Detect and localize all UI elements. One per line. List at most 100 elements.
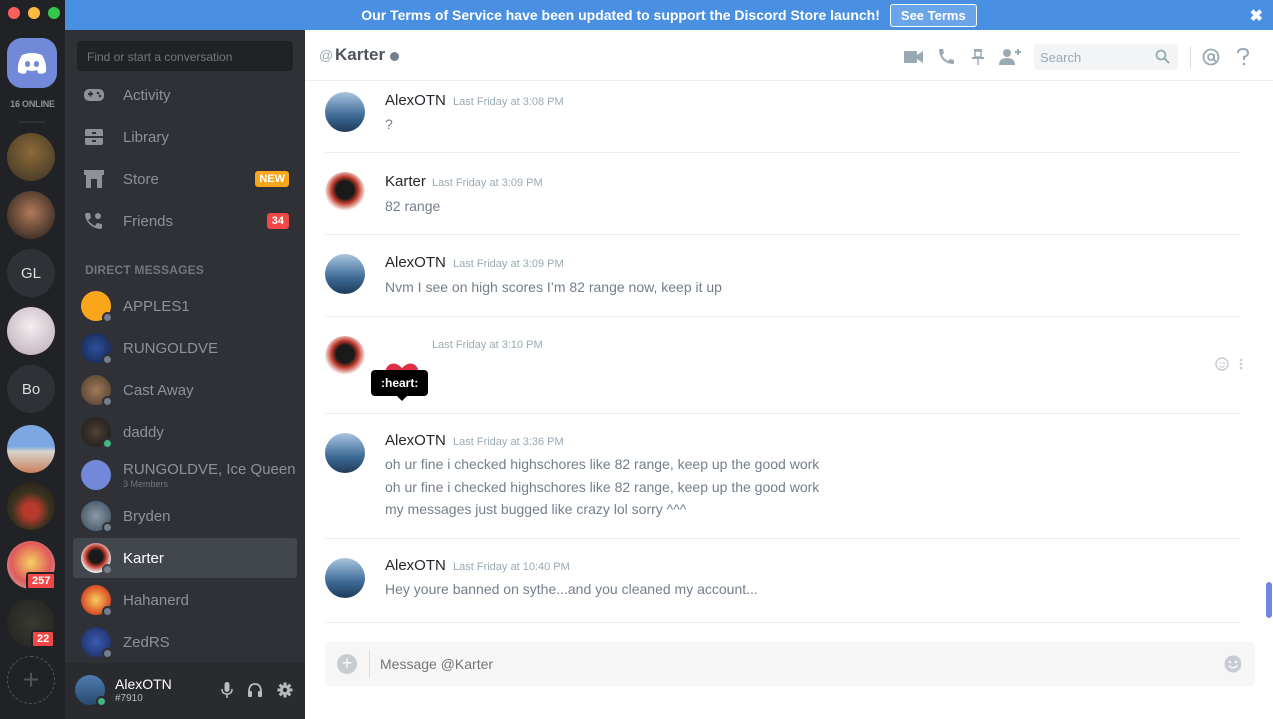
pin-icon[interactable] — [966, 45, 990, 69]
server-icon[interactable] — [7, 133, 55, 181]
dm-name: APPLES1 — [123, 297, 190, 315]
avatar — [81, 375, 113, 407]
scrollbar-thumb[interactable] — [1266, 582, 1272, 618]
dm-item-rungoldve[interactable]: RUNGOLDVE — [73, 328, 297, 368]
avatar[interactable] — [325, 336, 365, 376]
dm-group-text: RUNGOLDVE, Ice Queen 3 Members — [123, 461, 296, 489]
chat-area: @ Karter Search AlexOTN Last Friday at 3… — [305, 30, 1273, 719]
dm-item-hahanerd[interactable]: Hahanerd — [73, 580, 297, 620]
message-group: Karter Last Friday at 3:09 PM 82 range — [325, 154, 1240, 235]
emoji-picker-icon[interactable] — [1223, 654, 1243, 674]
help-icon[interactable] — [1231, 45, 1255, 69]
status-indicator — [102, 438, 113, 449]
message-group: AlexOTN Last Friday at 10:40 PM Hey your… — [325, 540, 1240, 623]
avatar[interactable] — [325, 433, 365, 473]
status-indicator — [102, 522, 113, 533]
server-icon[interactable]: GL — [7, 249, 55, 297]
user-controls — [221, 682, 293, 698]
message-author[interactable]: AlexOTN — [385, 557, 446, 574]
dm-name: Karter — [123, 549, 164, 567]
status-indicator — [102, 648, 113, 659]
server-icon[interactable] — [7, 482, 55, 530]
tos-banner: Our Terms of Service have been updated t… — [65, 0, 1273, 30]
dm-item-bryden[interactable]: Bryden — [73, 496, 297, 536]
nav-store[interactable]: Store NEW — [73, 160, 297, 198]
message-timestamp: Last Friday at 3:36 PM — [453, 436, 564, 448]
message-timestamp: Last Friday at 3:09 PM — [432, 177, 543, 189]
avatar[interactable] — [325, 558, 365, 598]
dm-item-cast-away[interactable]: Cast Away — [73, 370, 297, 410]
nav-activity[interactable]: Activity — [73, 76, 297, 114]
nav-label: Activity — [123, 86, 171, 104]
headphones-icon[interactable] — [247, 682, 263, 698]
message-group: AlexOTN Last Friday at 3:09 PM Nvm I see… — [325, 236, 1240, 317]
message-author[interactable]: AlexOTN — [385, 254, 446, 271]
server-list: 16 ONLINE GL Bo 257 22 + — [0, 0, 65, 719]
user-avatar[interactable] — [75, 675, 107, 707]
direct-messages-header: DIRECT MESSAGES — [85, 263, 205, 277]
add-server-button[interactable]: + — [7, 656, 55, 704]
dm-item-zedrs[interactable]: ZedRS — [73, 622, 297, 662]
search-placeholder: Search — [1040, 50, 1082, 65]
group-icon — [81, 460, 111, 490]
message-actions — [1215, 356, 1243, 372]
status-indicator — [390, 52, 399, 61]
avatar[interactable] — [325, 254, 365, 294]
banner-text: Our Terms of Service have been updated t… — [361, 7, 880, 23]
gear-icon[interactable] — [277, 682, 293, 698]
nav-library[interactable]: Library — [73, 118, 297, 156]
server-icon[interactable] — [7, 191, 55, 239]
find-conversation-input[interactable]: Find or start a conversation — [77, 41, 293, 71]
microphone-icon[interactable] — [221, 682, 233, 698]
dm-item-group[interactable]: RUNGOLDVE, Ice Queen 3 Members — [73, 454, 297, 496]
server-icon[interactable] — [7, 425, 55, 473]
dm-item-apples1[interactable]: APPLES1 — [73, 286, 297, 326]
avatar[interactable] — [325, 172, 365, 212]
dm-name: RUNGOLDVE, Ice Queen — [123, 461, 296, 478]
server-icon[interactable]: Bo — [7, 365, 55, 413]
see-terms-button[interactable]: See Terms — [889, 3, 977, 27]
dm-name: Bryden — [123, 507, 171, 525]
message-text: oh ur fine i checked highschores like 82… — [385, 456, 820, 472]
add-friend-icon[interactable] — [998, 45, 1022, 69]
channel-sidebar: Find or start a conversation Activity Li… — [65, 0, 305, 719]
mentions-icon[interactable] — [1199, 45, 1223, 69]
discord-window: 16 ONLINE GL Bo 257 22 + Find or start a… — [0, 0, 1273, 719]
message-author[interactable]: Karter — [385, 173, 426, 190]
chat-header: @ Karter Search — [305, 30, 1273, 81]
phone-call-icon[interactable] — [934, 45, 958, 69]
dm-item-daddy[interactable]: daddy — [73, 412, 297, 452]
dm-item-karter[interactable]: Karter — [73, 538, 297, 578]
zoom-window-button[interactable] — [48, 7, 60, 19]
home-button[interactable] — [7, 38, 57, 88]
dm-name: RUNGOLDVE — [123, 339, 219, 357]
avatar — [81, 333, 113, 365]
dm-name: ZedRS — [123, 633, 170, 651]
friends-phone-icon — [81, 210, 107, 232]
video-call-icon[interactable] — [902, 45, 926, 69]
message-group: Last Friday at 3:10 PM — [325, 318, 1240, 414]
message-author[interactable]: AlexOTN — [385, 432, 446, 449]
avatar — [81, 543, 113, 575]
avatar[interactable] — [325, 92, 365, 132]
server-icon[interactable] — [7, 307, 55, 355]
add-reaction-icon[interactable] — [1215, 356, 1231, 372]
user-discriminator: #7910 — [115, 693, 143, 704]
more-options-icon[interactable] — [1239, 356, 1243, 372]
status-indicator — [96, 696, 107, 707]
nav-label: Friends — [123, 212, 174, 230]
message-author[interactable]: AlexOTN — [385, 92, 446, 109]
upload-button[interactable]: + — [337, 654, 357, 674]
nav-friends[interactable]: Friends 34 — [73, 202, 297, 240]
at-symbol: @ — [319, 47, 334, 63]
status-indicator — [102, 396, 113, 407]
header-toolbar: Search — [894, 44, 1255, 70]
message-text: my messages just bugged like crazy lol s… — [385, 501, 687, 517]
search-input[interactable]: Search — [1034, 44, 1178, 70]
minimize-window-button[interactable] — [28, 7, 40, 19]
close-window-button[interactable] — [8, 7, 20, 19]
message-text: Hey youre banned on sythe...and you clea… — [385, 581, 758, 597]
close-banner-button[interactable]: ✖ — [1250, 6, 1263, 26]
message-input[interactable] — [380, 656, 1200, 672]
search-icon — [1155, 49, 1170, 64]
